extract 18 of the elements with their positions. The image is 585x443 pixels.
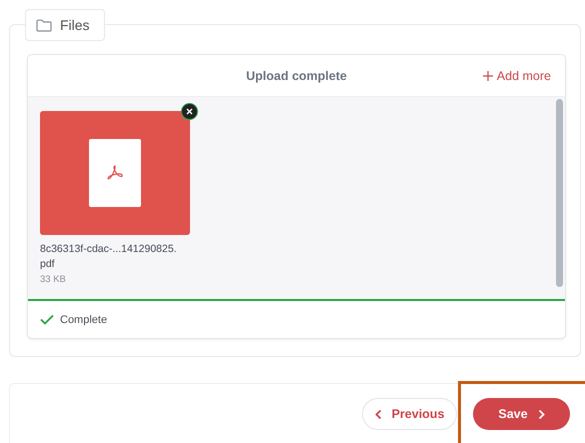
save-button[interactable]: Save — [473, 398, 570, 430]
legend-label: Files — [60, 17, 90, 33]
scrollbar-thumb[interactable] — [556, 99, 563, 288]
chevron-right-icon — [538, 408, 545, 420]
file-size: 33 KB — [40, 274, 67, 286]
file-name: 8c36313f-cdac-...141290825. — [40, 242, 178, 258]
previous-button[interactable]: Previous — [362, 398, 457, 430]
pdf-icon — [106, 164, 124, 182]
remove-file-button[interactable] — [181, 103, 198, 120]
plus-icon — [482, 71, 493, 81]
file-extension: pdf — [40, 257, 56, 272]
checkmark-icon — [40, 314, 54, 326]
close-icon — [186, 108, 193, 116]
folder-icon — [36, 18, 52, 32]
add-more-link[interactable]: Add more — [482, 69, 551, 83]
complete-status: Complete — [60, 314, 108, 326]
upload-status: Upload complete — [246, 68, 347, 83]
chevron-left-icon — [374, 408, 382, 420]
